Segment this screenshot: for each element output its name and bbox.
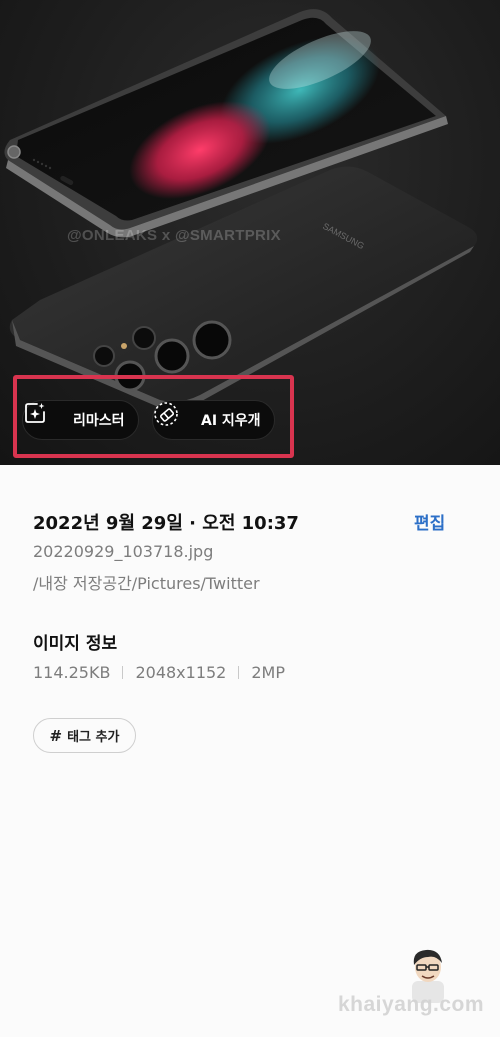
hash-icon: # [49, 726, 63, 745]
ai-eraser-button[interactable]: AI 지우개 [152, 400, 275, 440]
image-details-panel: 2022년 9월 29일 · 오전 10:37 편집 20220929_1037… [0, 465, 500, 1037]
file-path: /내장 저장공간/Pictures/Twitter [33, 574, 260, 593]
file-size: 114.25KB [33, 663, 111, 682]
file-name: 20220929_103718.jpg [33, 542, 214, 561]
resolution: 2048x1152 [135, 663, 227, 682]
ai-eraser-label: AI 지우개 [201, 413, 261, 429]
add-tag-label: 태그 추가 [67, 730, 120, 745]
megapixels: 2MP [251, 663, 285, 682]
image-info-heading: 이미지 정보 [33, 634, 118, 654]
capture-date: 2022년 9월 29일 · 오전 10:37 [33, 513, 299, 534]
remaster-button[interactable]: 리마스터 [22, 400, 139, 440]
divider [238, 666, 240, 679]
edit-button[interactable]: 편집 [414, 509, 445, 534]
sparkle-frame-icon [25, 403, 63, 433]
photo-watermark-credit: @ONLEAKS x @SMARTPRIX [67, 227, 281, 244]
photo-preview[interactable]: SAMSUNG @ONLEAKS x @SMARTPRIX 리마스터 AI 지우… [0, 0, 500, 465]
add-tag-button[interactable]: # 태그 추가 [33, 718, 136, 753]
image-meta-row: 114.25KB 2048x1152 2MP [33, 663, 285, 682]
eraser-icon [154, 402, 191, 433]
site-watermark: khaiyang.com [338, 993, 485, 1016]
divider [122, 666, 124, 679]
remaster-label: 리마스터 [73, 413, 125, 429]
